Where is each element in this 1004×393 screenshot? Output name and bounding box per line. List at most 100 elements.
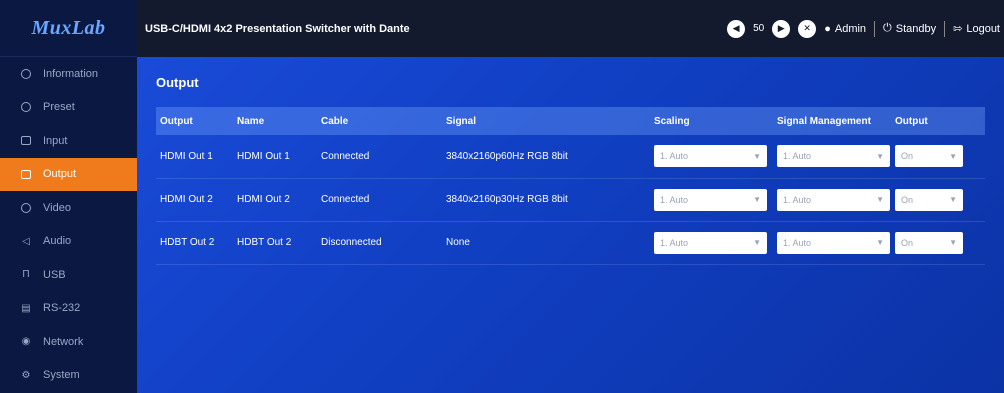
cell-output: HDMI Out 2 <box>160 194 213 205</box>
output-state-value: On <box>901 237 914 248</box>
cell-output: HDMI Out 1 <box>160 150 213 162</box>
chevron-down-icon: ▼ <box>876 238 884 247</box>
nav-list: Information Preset Input Output Video ◁ … <box>0 57 137 392</box>
logout-icon: ⇰ <box>953 23 963 35</box>
output-state-value: On <box>901 194 914 205</box>
table-row: HDMI Out 1 HDMI Out 1 Connected 3840x216… <box>156 135 985 178</box>
column-header-signal: Signal <box>446 115 477 127</box>
info-icon <box>20 68 32 80</box>
scaling-value: 1. Auto <box>660 237 689 248</box>
scaling-select[interactable]: 1. Auto ▼ <box>654 145 767 168</box>
sidebar-item-label: Video <box>43 201 71 214</box>
system-icon: ⚙ <box>21 369 31 381</box>
volume-up-icon[interactable]: ▶ <box>772 19 791 38</box>
sidebar-item-label: USB <box>43 268 66 281</box>
section-title: Output <box>156 74 199 90</box>
cell-signal: None <box>446 237 470 248</box>
sidebar-item-label: System <box>43 369 80 382</box>
signal-management-value: 1. Auto <box>783 237 812 248</box>
cell-name: HDMI Out 2 <box>237 194 290 205</box>
rs232-icon: ▤ <box>21 302 31 314</box>
cell-cable: Disconnected <box>321 237 382 248</box>
scaling-value: 1. Auto <box>660 151 689 162</box>
cell-cable: Connected <box>321 194 370 205</box>
volume-value: 50 <box>753 23 765 34</box>
logo: MuxLab <box>0 0 137 57</box>
page-title: USB-C/HDMI 4x2 Presentation Switcher wit… <box>145 22 410 35</box>
chevron-down-icon: ▼ <box>876 195 884 204</box>
sidebar-item-usb[interactable]: Π USB <box>0 258 137 292</box>
video-icon <box>20 202 32 214</box>
main-content: Output Output Name Cable Signal Scaling … <box>137 57 1004 393</box>
sidebar-item-input[interactable]: Input <box>0 124 137 158</box>
network-icon: ◉ <box>21 336 31 348</box>
output-icon <box>20 168 32 180</box>
column-header-scaling: Scaling <box>654 115 690 127</box>
signal-management-value: 1. Auto <box>783 151 812 162</box>
sidebar-item-label: Network <box>43 335 84 348</box>
logo-text: MuxLab <box>31 16 106 39</box>
signal-management-select[interactable]: 1. Auto ▼ <box>777 188 890 211</box>
sidebar-item-network[interactable]: ◉ Network <box>0 325 137 359</box>
cell-name: HDMI Out 1 <box>237 150 290 162</box>
sidebar: MuxLab Information Preset Input Output V… <box>0 0 137 393</box>
sidebar-item-audio[interactable]: ◁ Audio <box>0 225 137 259</box>
column-header-output: Output <box>160 115 193 127</box>
chevron-down-icon: ▼ <box>949 238 957 247</box>
sidebar-item-label: Output <box>43 168 77 181</box>
cell-output: HDBT Out 2 <box>160 237 215 248</box>
table-header-row: Output Name Cable Signal Scaling Signal … <box>156 107 985 135</box>
chevron-down-icon: ▼ <box>949 195 957 204</box>
output-state-select[interactable]: On ▼ <box>895 188 963 211</box>
table-row: HDBT Out 2 HDBT Out 2 Disconnected None … <box>156 221 985 264</box>
volume-down-icon[interactable]: ◀ <box>727 19 746 38</box>
logout-label: Logout <box>966 22 1000 35</box>
chevron-down-icon: ▼ <box>753 151 761 161</box>
column-header-cable: Cable <box>321 115 349 127</box>
standby-label: Standby <box>895 22 937 35</box>
audio-icon: ◁ <box>22 235 30 247</box>
sidebar-item-rs232[interactable]: ▤ RS-232 <box>0 292 137 326</box>
sidebar-item-label: Preset <box>43 101 75 114</box>
chevron-down-icon: ▼ <box>949 151 957 161</box>
topbar: USB-C/HDMI 4x2 Presentation Switcher wit… <box>137 0 1004 57</box>
table-row: HDMI Out 2 HDMI Out 2 Connected 3840x216… <box>156 178 985 221</box>
output-state-value: On <box>901 151 914 162</box>
column-header-output-state: Output <box>895 115 928 127</box>
output-table: Output Name Cable Signal Scaling Signal … <box>156 107 985 265</box>
signal-management-select[interactable]: 1. Auto ▼ <box>777 145 890 168</box>
sidebar-item-system[interactable]: ⚙ System <box>0 359 137 393</box>
topbar-controls: ◀ 50 ▶ ✕ ● Admin ⏻ Standby ⇰ Logout <box>727 19 1004 38</box>
mute-icon[interactable]: ✕ <box>798 19 817 38</box>
power-icon: ⏻ <box>883 22 892 34</box>
cell-name: HDBT Out 2 <box>237 237 292 248</box>
standby-button[interactable]: ⏻ Standby <box>883 22 936 35</box>
sidebar-item-preset[interactable]: Preset <box>0 91 137 125</box>
scaling-select[interactable]: 1. Auto ▼ <box>654 231 767 254</box>
chevron-down-icon: ▼ <box>753 238 761 247</box>
output-state-select[interactable]: On ▼ <box>895 231 963 254</box>
signal-management-select[interactable]: 1. Auto ▼ <box>777 231 890 254</box>
logout-button[interactable]: ⇰ Logout <box>953 22 1000 36</box>
cell-signal: 3840x2160p30Hz RGB 8bit <box>446 194 568 205</box>
sidebar-item-label: Audio <box>43 235 72 248</box>
sidebar-item-video[interactable]: Video <box>0 191 137 225</box>
sidebar-item-information[interactable]: Information <box>0 57 137 91</box>
divider <box>874 20 876 37</box>
usb-icon: Π <box>22 269 30 281</box>
chevron-down-icon: ▼ <box>753 195 761 204</box>
column-header-signal-management: Signal Management <box>777 115 871 127</box>
signal-management-value: 1. Auto <box>783 194 812 205</box>
divider <box>944 20 946 37</box>
chevron-down-icon: ▼ <box>876 151 884 161</box>
sidebar-item-output[interactable]: Output <box>0 157 137 191</box>
scaling-value: 1. Auto <box>660 194 689 205</box>
sidebar-item-label: Input <box>43 134 68 147</box>
output-state-select[interactable]: On ▼ <box>895 145 963 168</box>
cell-signal: 3840x2160p60Hz RGB 8bit <box>446 150 568 162</box>
preset-icon <box>20 101 32 113</box>
cell-cable: Connected <box>321 150 370 162</box>
user-menu[interactable]: ● Admin <box>824 23 866 35</box>
user-icon: ● <box>824 22 831 35</box>
scaling-select[interactable]: 1. Auto ▼ <box>654 188 767 211</box>
